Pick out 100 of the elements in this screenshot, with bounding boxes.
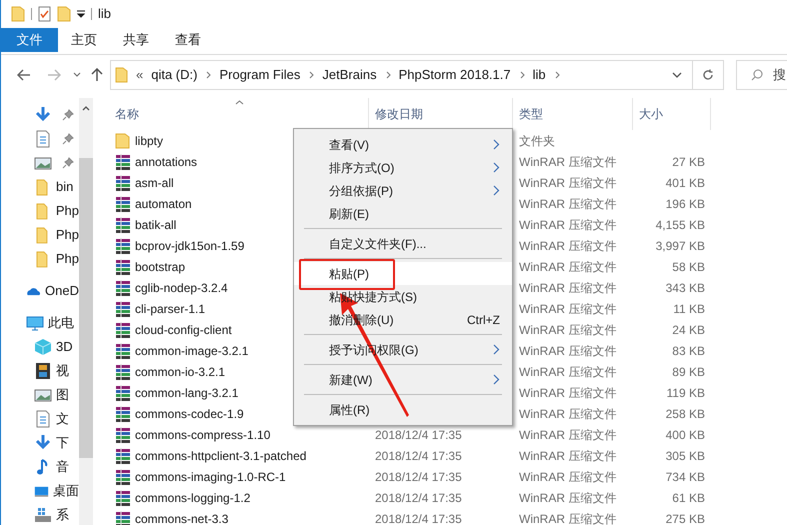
- scroll-up-icon[interactable]: [82, 106, 90, 111]
- chevron-down-icon[interactable]: [672, 72, 682, 78]
- file-name[interactable]: cloud-config-client: [135, 320, 232, 338]
- film-icon: [34, 362, 52, 380]
- sidebar-item[interactable]: 桌面: [1, 479, 79, 503]
- archive-icon: [115, 300, 131, 316]
- sidebar-item[interactable]: Php: [1, 199, 79, 223]
- ribbon-tab[interactable]: 共享: [110, 28, 162, 52]
- dropdown-icon[interactable]: [77, 10, 85, 18]
- chevron-down-icon[interactable]: [73, 72, 81, 78]
- breadcrumb[interactable]: Program Files: [219, 65, 300, 85]
- file-size: 119 KB: [666, 386, 705, 400]
- file-size: 83 KB: [672, 344, 705, 358]
- scrollbar[interactable]: [79, 98, 93, 525]
- modified-date: 2018/12/4 17:35: [375, 490, 462, 504]
- file-type: WinRAR 压缩文件: [519, 176, 616, 190]
- address-bar[interactable]: « qita (D:) Program Files JetBrains PhpStorm 2018.1.7 lib: [110, 60, 724, 90]
- file-name[interactable]: common-lang-3.2.1: [135, 384, 238, 402]
- file-name[interactable]: libpty: [135, 132, 164, 150]
- pin-icon[interactable]: [62, 133, 74, 145]
- file-type: WinRAR 压缩文件: [519, 196, 616, 210]
- archive-icon: [115, 238, 131, 254]
- file-name[interactable]: commons-compress-1.10: [135, 426, 270, 444]
- window-title: lib: [98, 5, 112, 24]
- sidebar-item[interactable]: 3D: [1, 335, 79, 359]
- sidebar-item[interactable]: Php: [1, 247, 79, 271]
- back-arrow-icon[interactable]: [17, 69, 31, 81]
- drive-icon: [34, 506, 52, 524]
- modified-date: 2018/12/4 17:35: [375, 512, 462, 525]
- archive-icon: [115, 406, 131, 422]
- file-name[interactable]: commons-net-3.3: [135, 510, 228, 525]
- sidebar-item[interactable]: 系: [1, 503, 79, 525]
- archive-icon: [115, 280, 131, 296]
- checklist-icon[interactable]: [38, 6, 51, 22]
- search-icon: [751, 69, 763, 81]
- file-name[interactable]: automaton: [135, 194, 192, 212]
- file-name[interactable]: bootstrap: [135, 258, 186, 276]
- modified-date: 2018/12/4 17:35: [375, 428, 462, 442]
- column-header[interactable]: 类型: [513, 98, 633, 130]
- file-name[interactable]: annotations: [135, 152, 198, 170]
- sidebar-item[interactable]: Php: [1, 223, 79, 247]
- breadcrumb[interactable]: lib: [532, 65, 546, 85]
- search-field[interactable]: 搜: [736, 60, 787, 90]
- archive-icon: [115, 510, 131, 525]
- sidebar-item[interactable]: 此电: [1, 311, 79, 335]
- file-size: 27 KB: [672, 154, 705, 168]
- cube-icon: [34, 338, 52, 356]
- file-name[interactable]: commons-httpclient-3.1-patched: [135, 446, 306, 464]
- refresh-icon: [702, 69, 714, 81]
- file-name[interactable]: cglib-nodep-3.2.4: [135, 278, 228, 296]
- menu-item[interactable]: 刷新(E): [294, 202, 512, 225]
- file-name[interactable]: commons-codec-1.9: [135, 404, 244, 422]
- ribbon-tab[interactable]: 查看: [162, 28, 214, 52]
- column-header[interactable]: 大小: [633, 98, 711, 130]
- overflow-chevron[interactable]: «: [136, 65, 144, 85]
- menu-item[interactable]: 属性(R): [294, 398, 512, 421]
- file-name[interactable]: commons-imaging-1.0-RC-1: [135, 468, 286, 486]
- breadcrumb[interactable]: PhpStorm 2018.1.7: [398, 65, 511, 85]
- archive-icon: [115, 364, 131, 380]
- file-type: WinRAR 压缩文件: [519, 406, 616, 420]
- file-name[interactable]: common-io-3.2.1: [135, 362, 226, 380]
- file-name[interactable]: commons-logging-1.2: [135, 488, 250, 506]
- menu-item[interactable]: 粘贴(P): [294, 262, 512, 285]
- breadcrumb[interactable]: qita (D:): [151, 65, 198, 85]
- file-name[interactable]: common-image-3.2.1: [135, 342, 248, 360]
- sidebar-item[interactable]: bin: [1, 175, 79, 199]
- sidebar-item[interactable]: 文: [1, 407, 79, 431]
- monitor-icon: [26, 314, 44, 332]
- up-arrow-icon[interactable]: [91, 68, 103, 82]
- menu-item[interactable]: 分组依据(P): [294, 179, 512, 202]
- ribbon-tab[interactable]: 主页: [58, 28, 110, 52]
- menu-item[interactable]: 查看(V): [294, 133, 512, 156]
- menu-item[interactable]: 自定义文件夹(F)...: [294, 232, 512, 255]
- menu-item[interactable]: 排序方式(O): [294, 156, 512, 179]
- sidebar-item[interactable]: 下: [1, 431, 79, 455]
- pin-icon[interactable]: [62, 157, 74, 169]
- file-size: 196 KB: [666, 196, 705, 210]
- file-type: WinRAR 压缩文件: [519, 322, 616, 336]
- file-type: WinRAR 压缩文件: [519, 448, 616, 462]
- sidebar-item[interactable]: OneD: [1, 279, 79, 303]
- file-name[interactable]: asm-all: [135, 174, 174, 192]
- archive-icon: [115, 196, 131, 212]
- archive-icon: [115, 154, 131, 170]
- archive-icon: [115, 258, 131, 274]
- breadcrumb[interactable]: JetBrains: [322, 65, 377, 85]
- scrollbar-thumb[interactable]: [79, 158, 93, 458]
- pin-icon[interactable]: [62, 109, 74, 121]
- file-size: 400 KB: [666, 428, 705, 442]
- file-name[interactable]: batik-all: [135, 216, 176, 234]
- menu-item[interactable]: 新建(W): [294, 368, 512, 391]
- file-type: WinRAR 压缩文件: [519, 154, 616, 168]
- sidebar-item[interactable]: 音: [1, 455, 79, 479]
- file-name[interactable]: bcprov-jdk15on-1.59: [135, 236, 244, 254]
- file-size: 275 KB: [666, 512, 705, 525]
- file-name[interactable]: cli-parser-1.1: [135, 300, 206, 318]
- sidebar-item[interactable]: 图: [1, 383, 79, 407]
- ribbon-tab[interactable]: 文件: [1, 28, 58, 52]
- download-arrow-icon: [34, 434, 52, 452]
- folder-icon: [115, 132, 131, 148]
- sidebar-item[interactable]: 视: [1, 359, 79, 383]
